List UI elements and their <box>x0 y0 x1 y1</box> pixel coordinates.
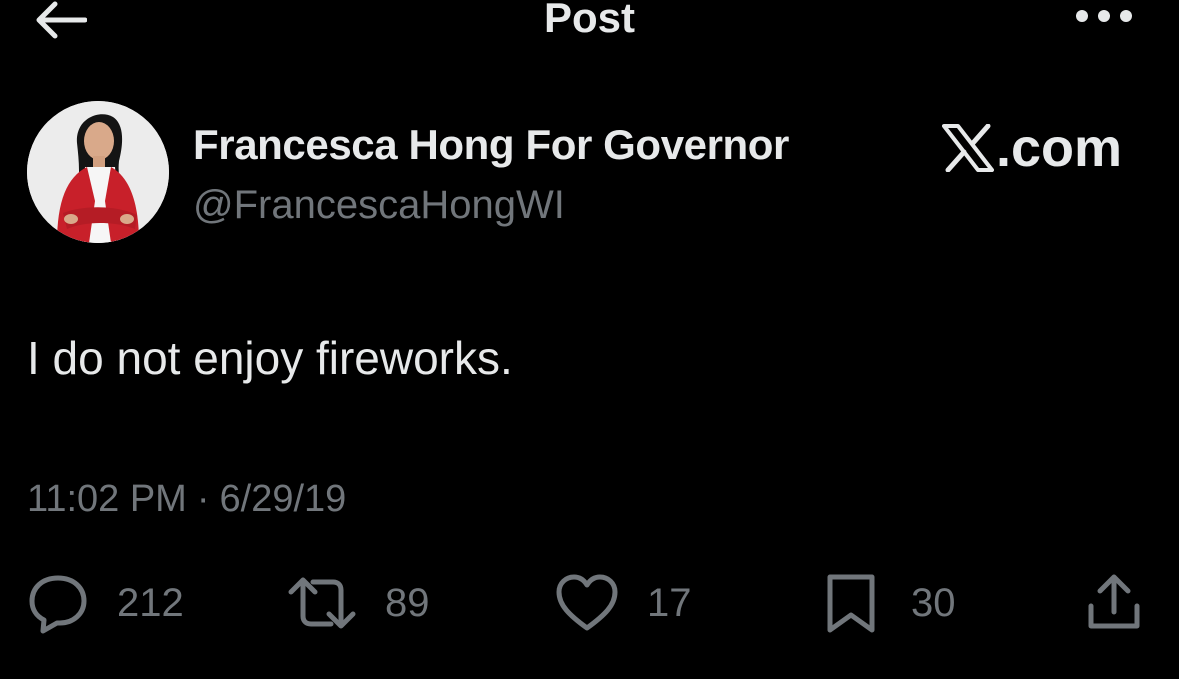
tweet-time[interactable]: 11:02 PM <box>27 475 187 523</box>
profile-photo <box>27 101 169 243</box>
author-display-name[interactable]: Francesca Hong For Governor <box>193 119 789 171</box>
meta-separator: · <box>196 478 210 520</box>
avatar[interactable] <box>27 101 169 243</box>
share-button[interactable] <box>1086 572 1142 634</box>
reply-button[interactable]: 212 <box>27 572 184 634</box>
author-handle[interactable]: @FrancescaHongWI <box>193 180 565 230</box>
bookmark-icon <box>827 574 875 633</box>
repost-count: 89 <box>385 581 430 625</box>
like-count: 17 <box>647 581 692 625</box>
tweet-date[interactable]: 6/29/19 <box>220 475 347 523</box>
repost-icon <box>288 577 356 629</box>
share-icon <box>1088 574 1140 629</box>
reply-count: 212 <box>117 581 184 625</box>
repost-button[interactable]: 89 <box>287 572 430 634</box>
action-bar: 212 89 17 30 <box>0 572 1179 634</box>
tweet-text: I do not enjoy fireworks. <box>27 332 513 384</box>
x-com-watermark: .com <box>941 118 1122 178</box>
x-logo-icon <box>941 124 994 172</box>
page-title: Post <box>543 0 635 41</box>
watermark-text: .com <box>995 118 1122 178</box>
tweet-timestamp: 11:02 PM · 6/29/19 <box>27 475 346 523</box>
heart-icon <box>556 574 618 631</box>
bookmark-button[interactable]: 30 <box>825 572 956 634</box>
bookmark-count: 30 <box>911 581 956 625</box>
reply-icon <box>29 575 87 634</box>
like-button[interactable]: 17 <box>555 572 692 634</box>
more-options-button[interactable] <box>1069 4 1139 28</box>
more-horizontal-icon <box>1076 10 1132 22</box>
